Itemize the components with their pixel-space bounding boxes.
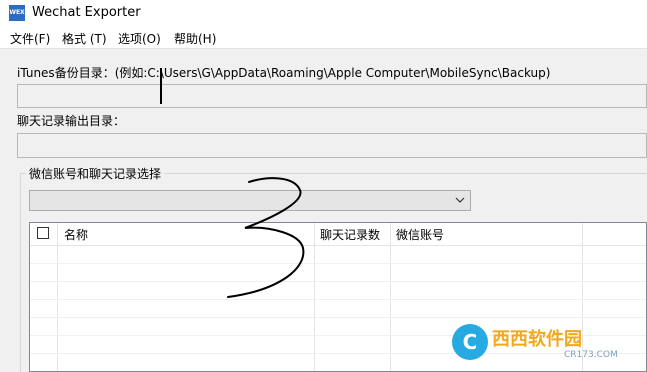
column-divider bbox=[314, 223, 315, 371]
row-gridline bbox=[30, 317, 646, 318]
row-gridline bbox=[30, 263, 646, 264]
column-divider bbox=[57, 223, 58, 371]
output-dir-path-field[interactable] bbox=[17, 133, 647, 158]
menu-help[interactable]: 帮助(H) bbox=[174, 30, 216, 47]
menu-file[interactable]: 文件(F) bbox=[10, 30, 50, 47]
itunes-backup-path-field[interactable] bbox=[17, 84, 647, 108]
watermark-logo-icon: C bbox=[452, 324, 488, 360]
svg-text:C: C bbox=[463, 330, 478, 354]
menu-bar: 文件(F) 格式 (T) 选项(O) 帮助(H) bbox=[0, 26, 647, 49]
column-header-chat-count[interactable]: 聊天记录数 bbox=[320, 226, 380, 243]
title-bar: WEX Wechat Exporter bbox=[0, 0, 647, 26]
watermark-text: 西西软件园 bbox=[492, 329, 582, 350]
menu-options[interactable]: 选项(O) bbox=[118, 30, 161, 47]
row-gridline bbox=[30, 281, 646, 282]
column-header-name[interactable]: 名称 bbox=[64, 226, 88, 243]
account-selection-group-title: 微信账号和聊天记录选择 bbox=[26, 165, 165, 182]
select-all-checkbox[interactable] bbox=[37, 227, 49, 239]
column-divider bbox=[390, 223, 391, 371]
app-icon: WEX bbox=[9, 5, 25, 21]
chevron-down-icon bbox=[455, 197, 465, 203]
row-gridline bbox=[30, 299, 646, 300]
output-dir-label: 聊天记录输出目录： bbox=[17, 114, 126, 128]
list-header: 名称 聊天记录数 微信账号 bbox=[30, 223, 646, 246]
window-title: Wechat Exporter bbox=[32, 5, 141, 20]
menu-format[interactable]: 格式 (T) bbox=[62, 30, 107, 47]
watermark: C 西西软件园 CR173.COM bbox=[452, 322, 632, 364]
itunes-backup-label: iTunes备份目录：(例如:C:\Users\G\AppData\Roamin… bbox=[17, 66, 551, 80]
watermark-url: CR173.COM bbox=[564, 350, 618, 360]
column-header-wechat-account[interactable]: 微信账号 bbox=[396, 226, 444, 243]
account-select[interactable] bbox=[29, 190, 471, 211]
